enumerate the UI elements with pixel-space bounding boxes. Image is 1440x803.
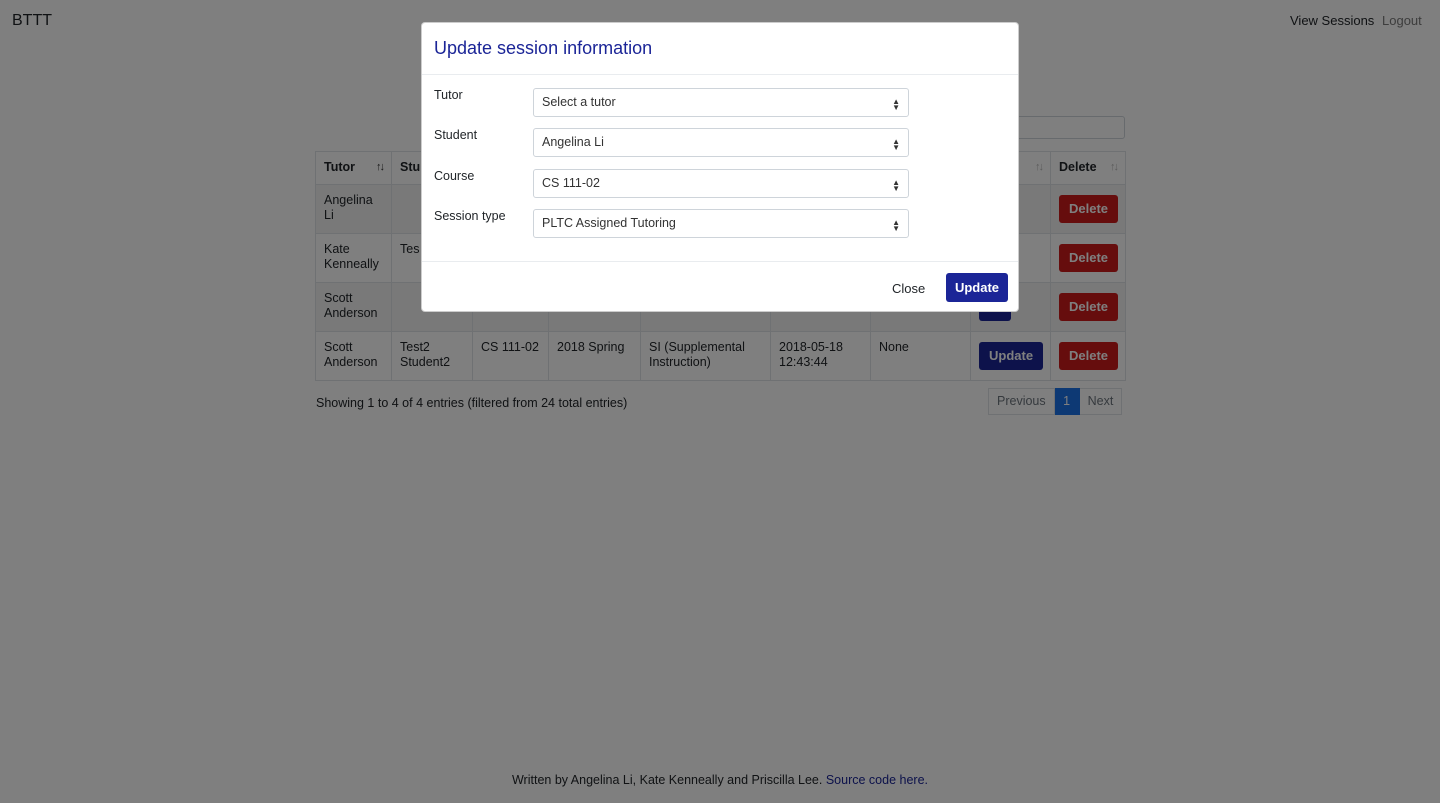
course-label: Course <box>434 169 475 183</box>
student-select[interactable]: Angelina Li ▲ ▼ <box>533 128 909 157</box>
modal-title: Update session information <box>434 38 653 58</box>
tutor-select-value: Select a tutor <box>542 95 616 109</box>
course-select[interactable]: CS 111-02 ▲ ▼ <box>533 169 909 198</box>
update-session-modal: Update session information Tutor Select … <box>421 22 1019 312</box>
form-row-tutor: Tutor Select a tutor ▲ ▼ <box>422 88 1018 118</box>
modal-footer: Close Update <box>422 261 1018 313</box>
modal-body: Tutor Select a tutor ▲ ▼ Student Angelina… <box>422 75 1018 262</box>
form-row-student: Student Angelina Li ▲ ▼ <box>422 128 1018 158</box>
update-button[interactable]: Update <box>946 273 1008 302</box>
student-select-value: Angelina Li <box>542 135 604 149</box>
student-label: Student <box>434 128 478 142</box>
form-row-course: Course CS 111-02 ▲ ▼ <box>422 169 1018 199</box>
form-row-session-type: Session type PLTC Assigned Tutoring ▲ ▼ <box>422 209 1018 239</box>
session-type-select-value: PLTC Assigned Tutoring <box>542 216 676 230</box>
session-type-select[interactable]: PLTC Assigned Tutoring ▲ ▼ <box>533 209 909 238</box>
tutor-select[interactable]: Select a tutor ▲ ▼ <box>533 88 909 117</box>
close-button[interactable]: Close <box>892 281 925 296</box>
modal-header: Update session information <box>422 23 1018 75</box>
course-select-value: CS 111-02 <box>542 176 600 190</box>
tutor-label: Tutor <box>434 88 463 102</box>
session-type-label: Session type <box>434 209 506 223</box>
